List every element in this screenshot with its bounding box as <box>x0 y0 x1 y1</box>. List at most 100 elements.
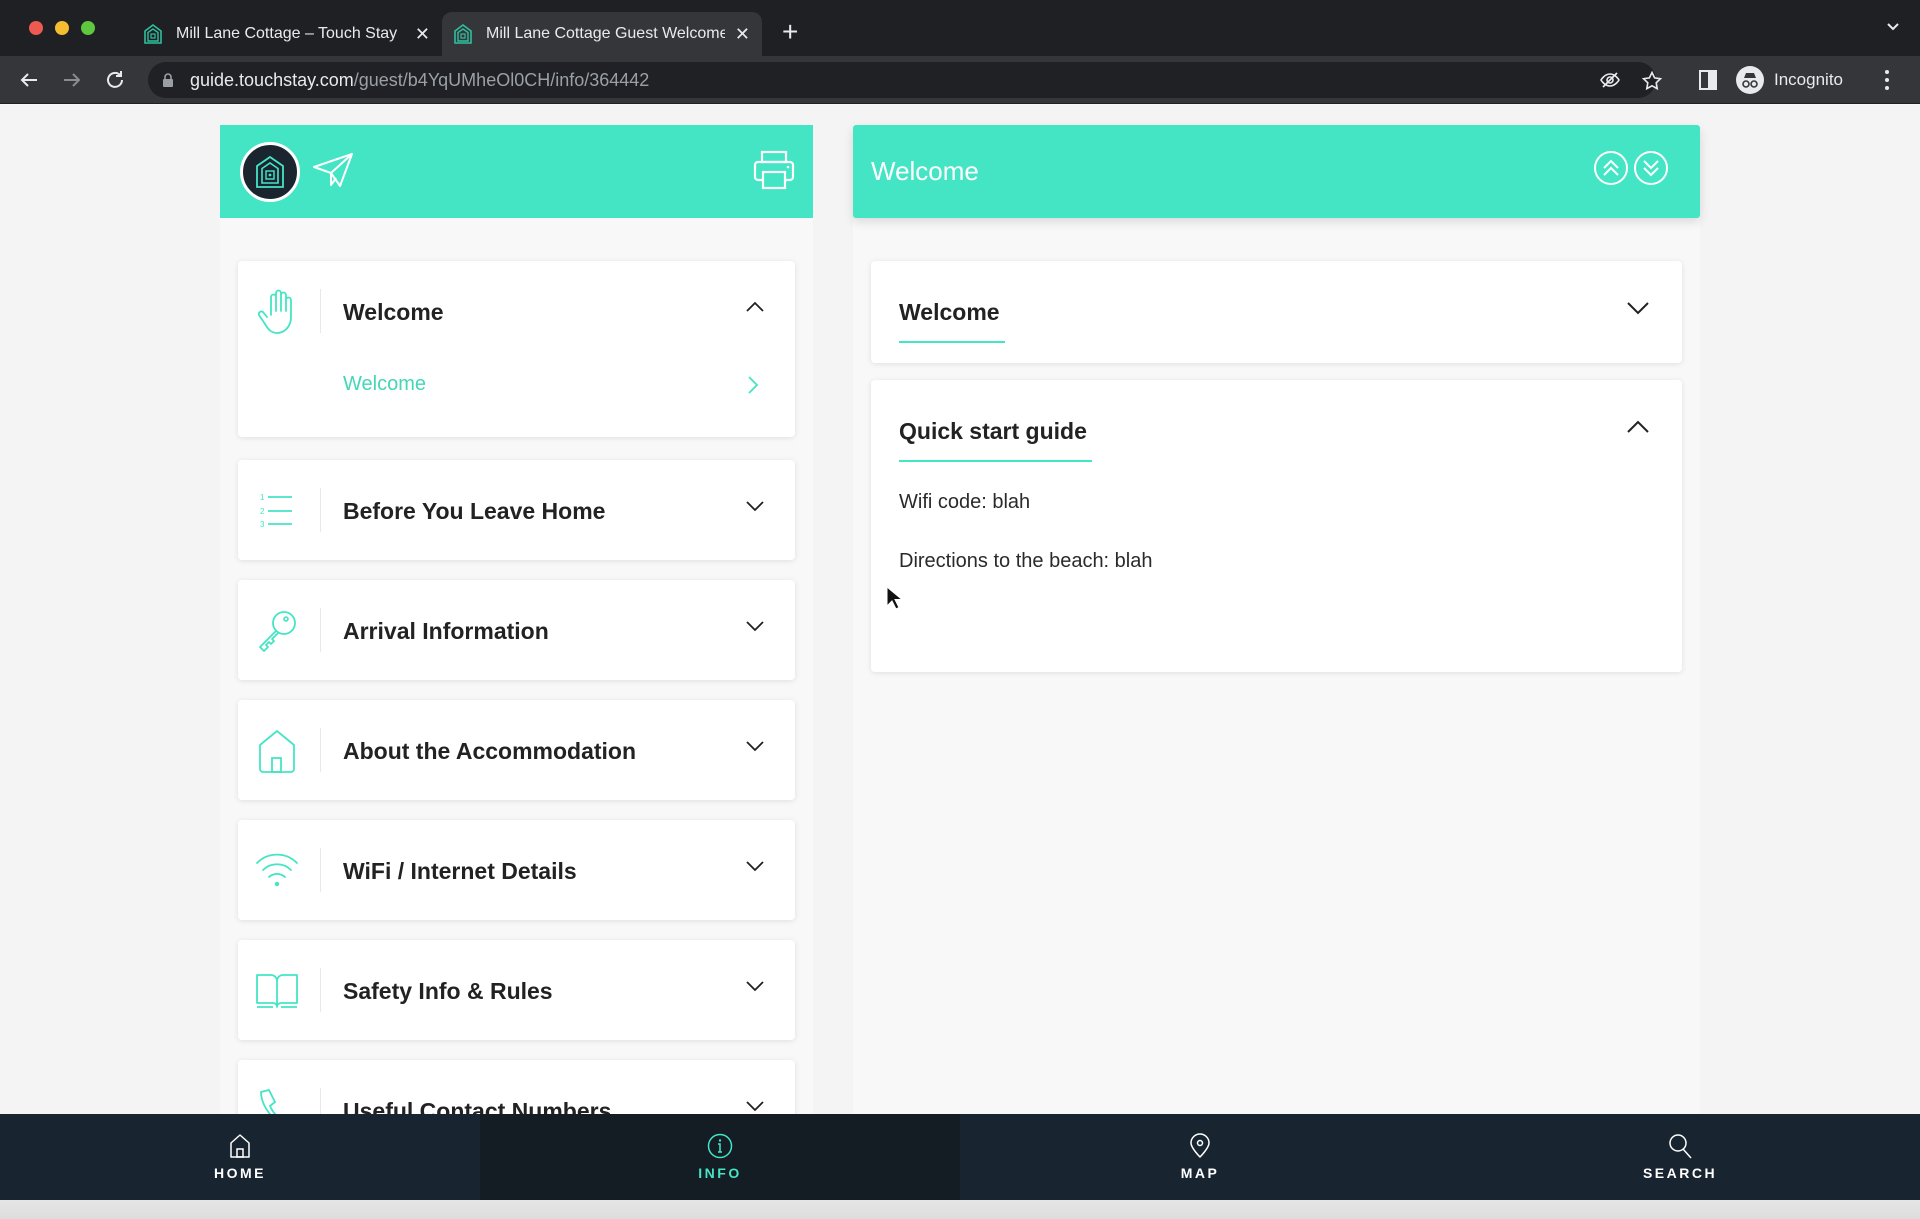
svg-text:1: 1 <box>260 493 265 502</box>
nav-search[interactable]: SEARCH <box>1440 1114 1920 1200</box>
mouse-cursor-icon <box>886 586 902 610</box>
divider <box>320 968 321 1012</box>
eye-off-icon[interactable] <box>1600 71 1620 89</box>
chevron-down-icon[interactable] <box>1626 301 1650 315</box>
browser-tab-bar: Mill Lane Cottage – Touch Stay ✕ Mill La… <box>0 0 1920 56</box>
wifi-icon <box>254 848 300 894</box>
section-title-underline <box>899 460 1092 462</box>
tab-search-chevron-icon[interactable] <box>1886 22 1900 32</box>
side-panel-icon[interactable] <box>1699 70 1717 90</box>
content-panel: Welcome Welcome Quick start guide Wifi c… <box>853 125 1700 1125</box>
new-tab-button[interactable]: + <box>782 16 798 48</box>
search-icon <box>1669 1134 1692 1159</box>
map-pin-icon <box>1190 1133 1210 1158</box>
key-icon <box>254 608 300 654</box>
send-icon[interactable] <box>312 152 354 188</box>
touchstay-favicon-icon <box>144 24 162 44</box>
chevron-down-icon[interactable] <box>745 740 765 752</box>
house-icon <box>254 728 300 774</box>
numbered-list-icon: 1 2 3 <box>254 488 300 534</box>
browser-tab-1[interactable]: Mill Lane Cottage – Touch Stay ✕ <box>132 12 442 56</box>
category-header[interactable]: About the Accommodation <box>238 700 795 800</box>
svg-text:3: 3 <box>260 520 265 529</box>
category-header[interactable]: Welcome <box>238 261 795 361</box>
nav-info[interactable]: INFO <box>480 1114 960 1200</box>
nav-label: INFO <box>698 1165 742 1181</box>
divider <box>320 608 321 652</box>
content-title: Welcome <box>871 156 979 186</box>
section-header[interactable]: Quick start guide <box>871 380 1682 480</box>
category-label: Welcome <box>343 299 444 325</box>
reload-icon[interactable] <box>103 68 127 92</box>
chevron-down-icon[interactable] <box>745 620 765 632</box>
category-wifi-internet-details: WiFi / Internet Details <box>238 820 795 920</box>
section-title: Quick start guide <box>899 418 1087 444</box>
category-header[interactable]: Safety Info & Rules <box>238 940 795 1040</box>
divider <box>320 488 321 532</box>
chevron-up-icon[interactable] <box>1626 420 1650 434</box>
browser-tab-2[interactable]: Mill Lane Cottage Guest Welcome ✕ <box>442 12 762 56</box>
section-body: Wifi code: blah Directions to the beach:… <box>871 480 1682 598</box>
tab-close-icon[interactable]: ✕ <box>415 24 430 45</box>
lock-icon <box>163 73 173 87</box>
tab-title: Mill Lane Cottage Guest Welcome <box>486 25 725 42</box>
section-welcome: Welcome <box>871 261 1682 363</box>
tab-title: Mill Lane Cottage – Touch Stay <box>176 25 398 42</box>
category-label: About the Accommodation <box>343 738 637 764</box>
section-quick-start-guide: Quick start guide Wifi code: blah Direct… <box>871 380 1682 672</box>
touchstay-logo-icon <box>256 155 284 188</box>
maximize-window-button[interactable] <box>81 21 95 35</box>
touchstay-favicon-icon <box>454 24 472 44</box>
svg-text:2: 2 <box>260 507 265 516</box>
sidebar-header <box>220 125 813 218</box>
print-icon[interactable] <box>753 150 795 190</box>
incognito-icon <box>1736 66 1764 94</box>
chevron-down-icon[interactable] <box>745 980 765 992</box>
guidebook-page: Welcome Welcome 1 2 3 Before You Leave Hom… <box>0 105 1920 1219</box>
bottom-navigation: HOME INFO MAP SEARCH <box>0 1114 1920 1200</box>
back-arrow-icon[interactable] <box>17 68 41 92</box>
home-icon <box>230 1134 250 1158</box>
section-text-line: Directions to the beach: blah <box>899 550 1153 572</box>
chevron-down-icon[interactable] <box>745 500 765 512</box>
section-title-underline <box>899 341 1005 343</box>
close-window-button[interactable] <box>29 21 43 35</box>
chevron-right-icon <box>748 376 759 394</box>
forward-arrow-icon[interactable] <box>60 68 84 92</box>
tab-close-icon[interactable]: ✕ <box>735 24 750 45</box>
category-welcome: Welcome Welcome <box>238 261 795 437</box>
nav-map[interactable]: MAP <box>960 1114 1440 1200</box>
nav-home[interactable]: HOME <box>0 1114 480 1200</box>
section-text-line: Wifi code: blah <box>899 491 1031 513</box>
category-before-you-leave-home: 1 2 3 Before You Leave Home <box>238 460 795 560</box>
bookmark-star-icon[interactable] <box>1642 71 1662 91</box>
address-bar[interactable]: guide.touchstay.com/guest/b4YqUMheOl0CH/… <box>148 62 1662 98</box>
subcategory-label: Welcome <box>343 373 426 395</box>
hand-icon <box>254 289 300 335</box>
incognito-profile-button[interactable]: Incognito <box>1736 62 1856 98</box>
category-label: Safety Info & Rules <box>343 978 553 1004</box>
book-icon <box>254 968 300 1014</box>
profile-label: Incognito <box>1774 70 1843 89</box>
collapse-all-icon[interactable] <box>1593 150 1629 186</box>
section-title: Welcome <box>899 299 1000 325</box>
url-text: guide.touchstay.com/guest/b4YqUMheOl0CH/… <box>190 70 650 90</box>
browser-menu-icon[interactable] <box>1884 69 1890 91</box>
chevron-down-icon[interactable] <box>745 1100 765 1112</box>
category-label: Arrival Information <box>343 618 549 644</box>
chevron-down-icon[interactable] <box>745 860 765 872</box>
category-header[interactable]: 1 2 3 Before You Leave Home <box>238 460 795 560</box>
category-header[interactable]: Arrival Information <box>238 580 795 680</box>
nav-label: SEARCH <box>1642 1165 1718 1181</box>
info-icon <box>707 1133 733 1159</box>
subcategory-item-welcome[interactable]: Welcome <box>238 361 795 437</box>
nav-label: MAP <box>1180 1165 1220 1181</box>
category-header[interactable]: WiFi / Internet Details <box>238 820 795 920</box>
content-header: Welcome <box>853 125 1700 218</box>
section-header[interactable]: Welcome <box>871 261 1682 361</box>
expand-all-icon[interactable] <box>1633 150 1669 186</box>
minimize-window-button[interactable] <box>55 21 69 35</box>
chevron-up-icon[interactable] <box>745 301 765 313</box>
touchstay-logo[interactable] <box>240 142 300 202</box>
category-label: Before You Leave Home <box>343 498 606 524</box>
